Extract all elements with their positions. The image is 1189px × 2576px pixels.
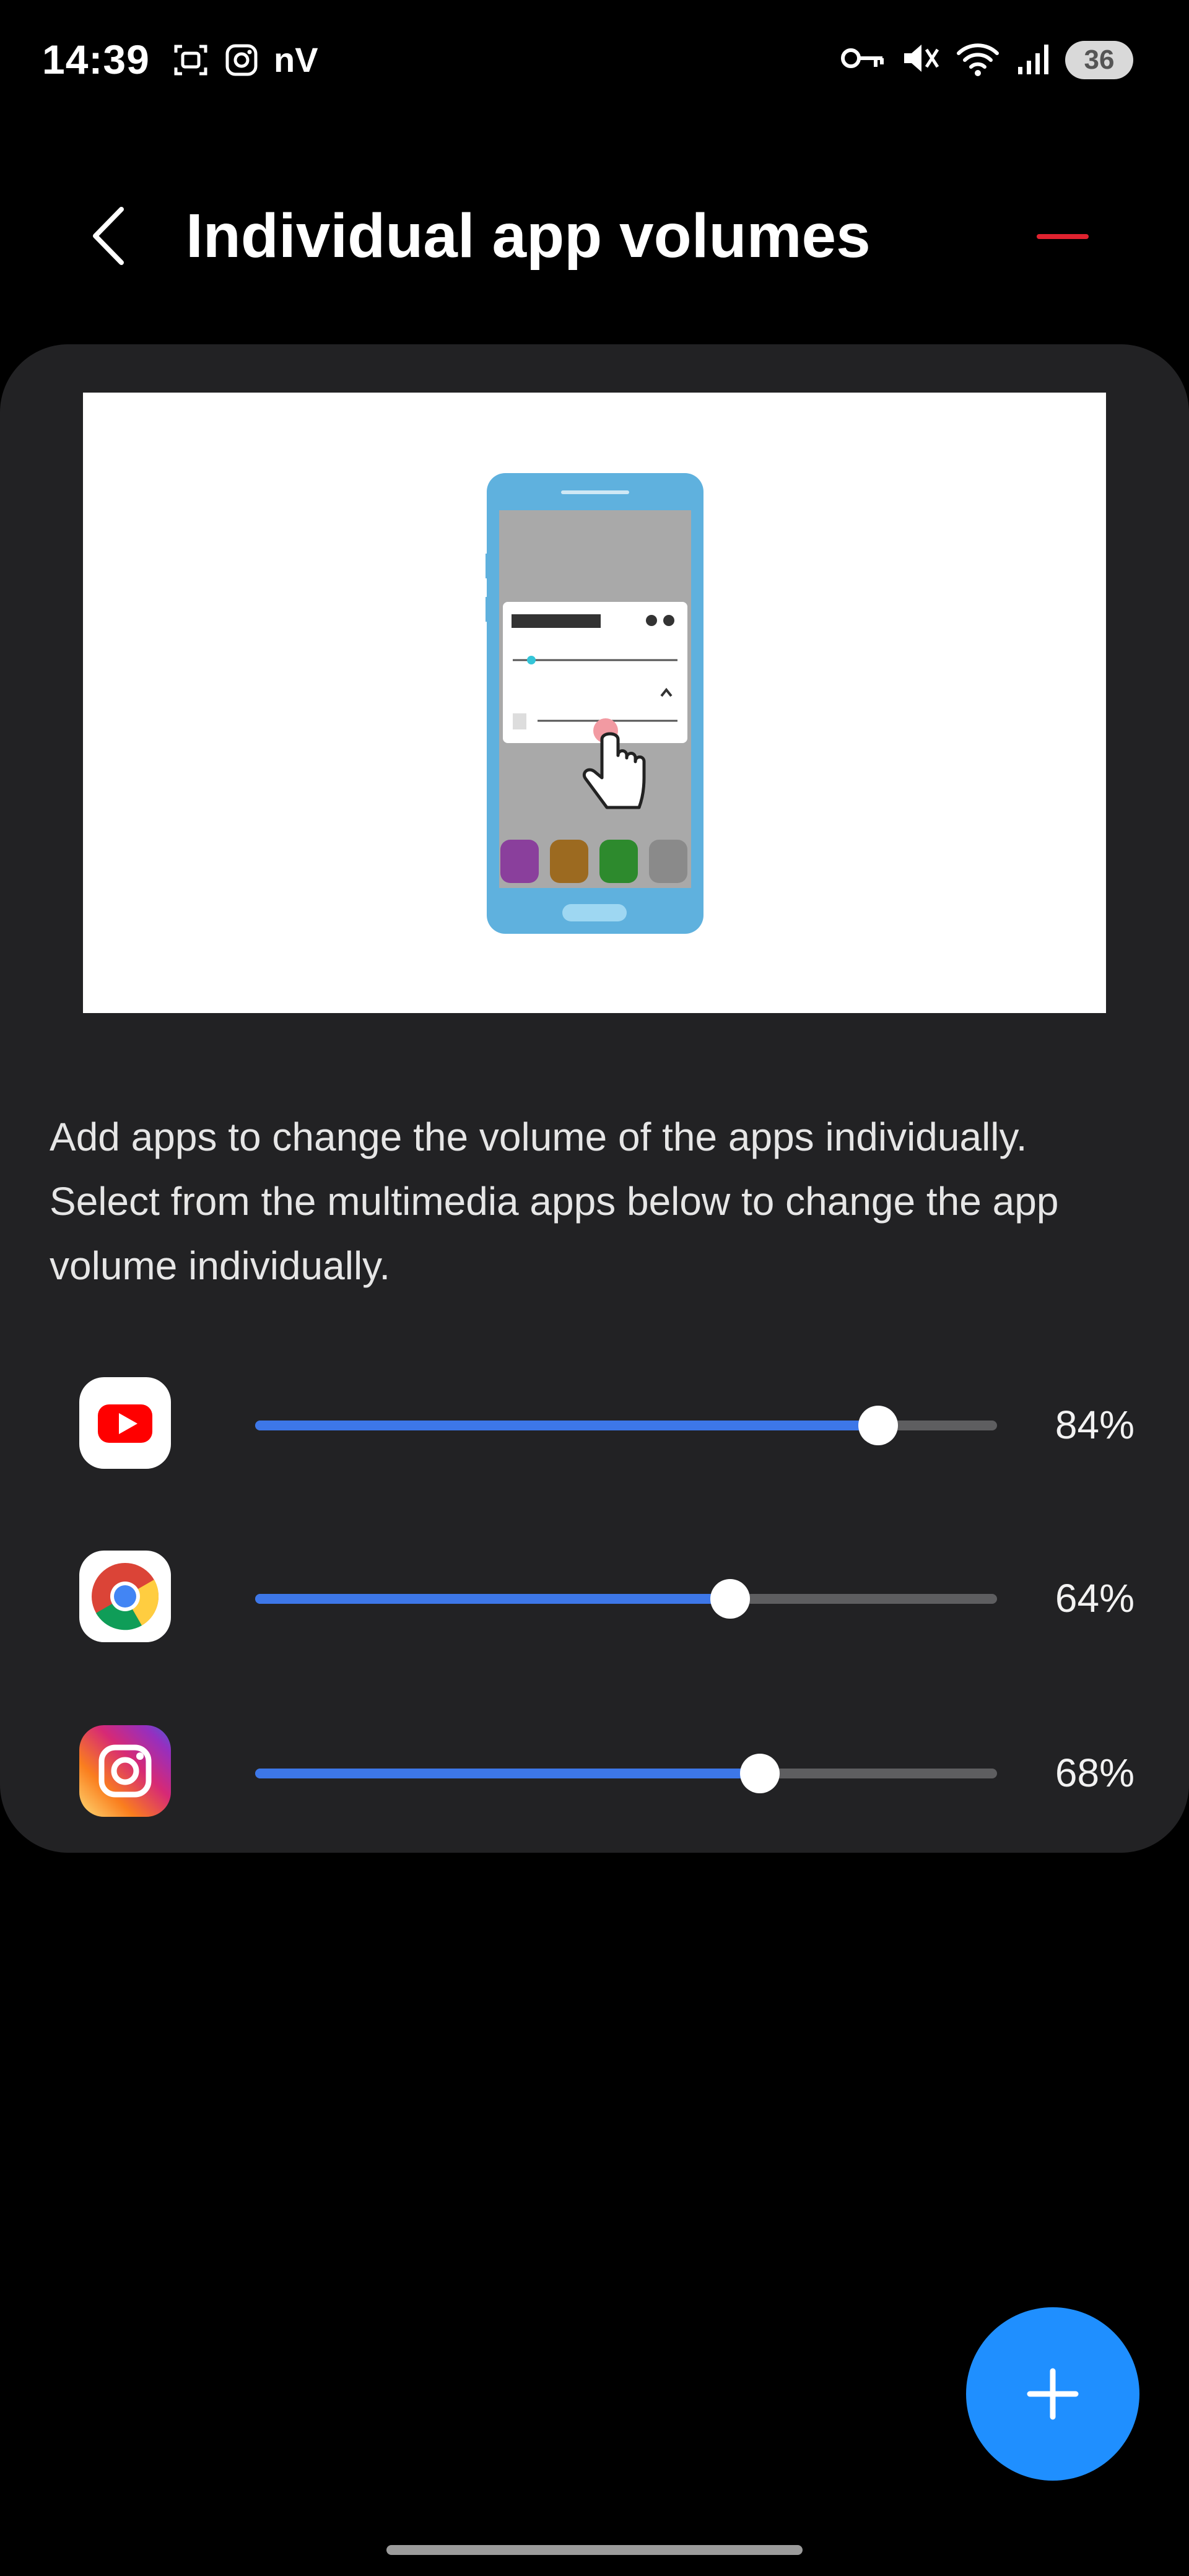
app-volume-row-youtube: 84% xyxy=(0,1372,1189,1471)
vpn-key-icon xyxy=(840,43,886,77)
volume-percent: 68% xyxy=(1055,1751,1135,1795)
slider-fill xyxy=(255,1421,879,1430)
status-notification-icons: nV xyxy=(172,40,318,80)
back-button[interactable] xyxy=(87,202,130,270)
volume-percent: 64% xyxy=(1055,1576,1135,1621)
instagram-notification-icon xyxy=(223,41,260,79)
mute-icon xyxy=(900,40,940,80)
volume-slider-youtube[interactable] xyxy=(255,1406,997,1445)
recording-indicator xyxy=(1037,234,1089,239)
add-app-button[interactable] xyxy=(966,2307,1139,2481)
home-indicator[interactable] xyxy=(386,2545,803,2555)
screenshot-icon xyxy=(172,41,209,79)
youtube-icon xyxy=(79,1377,171,1469)
slider-thumb[interactable] xyxy=(710,1579,750,1619)
volume-percent: 84% xyxy=(1055,1403,1135,1447)
wifi-icon xyxy=(955,40,1001,80)
status-bar: 14:39 nV 36 xyxy=(0,0,1189,130)
instagram-icon xyxy=(79,1725,171,1817)
slider-fill xyxy=(255,1594,730,1604)
slider-thumb[interactable] xyxy=(858,1406,899,1445)
volume-slider-chrome[interactable] xyxy=(255,1579,997,1619)
page-title: Individual app volumes xyxy=(186,201,871,271)
slider-fill xyxy=(255,1769,760,1778)
app-volume-row-instagram: 68% xyxy=(0,1720,1189,1819)
back-chevron-icon xyxy=(93,207,124,265)
chrome-icon xyxy=(79,1551,171,1642)
app-volume-row-chrome: 64% xyxy=(0,1546,1189,1645)
volume-slider-instagram[interactable] xyxy=(255,1754,997,1793)
description-text: Add apps to change the volume of the app… xyxy=(50,1115,1059,1288)
plus-icon xyxy=(1027,2368,1079,2420)
status-time: 14:39 xyxy=(42,37,150,82)
status-system-icons: 36 xyxy=(840,40,1133,80)
slider-thumb[interactable] xyxy=(739,1754,780,1793)
nv-indicator: nV xyxy=(274,40,318,79)
signal-icon xyxy=(1016,40,1050,80)
battery-icon: 36 xyxy=(1065,40,1133,79)
phone-volume-illustration xyxy=(83,393,1106,1013)
